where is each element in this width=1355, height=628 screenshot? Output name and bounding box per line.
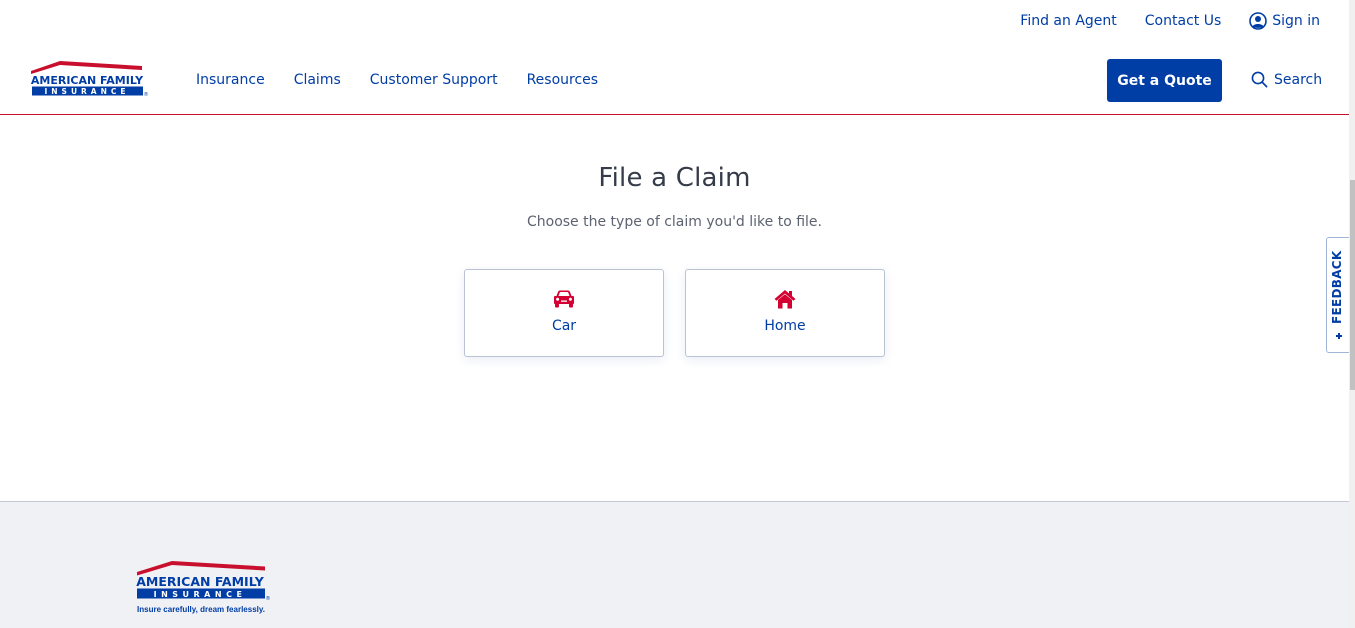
logo-line2: INSURANCE <box>44 87 129 96</box>
find-an-agent-link[interactable]: Find an Agent <box>1020 13 1116 29</box>
site-footer: AMERICAN FAMILY INSURANCE ® Insure caref… <box>0 501 1349 628</box>
footer-brand-logo[interactable]: AMERICAN FAMILY INSURANCE ® Insure caref… <box>136 560 272 618</box>
feedback-tab[interactable]: FEEDBACK <box>1326 237 1349 353</box>
brand-logo[interactable]: AMERICAN FAMILY INSURANCE ® <box>30 60 149 98</box>
claim-option-car-label: Car <box>551 318 577 334</box>
page-subtitle: Choose the type of claim you'd like to f… <box>526 214 822 230</box>
nav-insurance[interactable]: Insurance <box>196 72 265 88</box>
claim-option-home-label: Home <box>764 318 806 334</box>
feedback-icon <box>1336 333 1342 339</box>
search-label: Search <box>1274 71 1323 88</box>
search-button[interactable]: Search <box>1251 71 1322 88</box>
footer-logo-line2: INSURANCE <box>154 590 247 599</box>
get-a-quote-button[interactable]: Get a Quote <box>1107 59 1222 102</box>
main-nav: Insurance Claims Customer Support Resour… <box>196 72 598 88</box>
page: Find an Agent Contact Us Sign in AMERICA… <box>0 0 1349 628</box>
claim-option-home[interactable]: Home <box>685 269 885 357</box>
sign-in-link[interactable]: Sign in <box>1249 12 1320 30</box>
feedback-label: FEEDBACK <box>1330 250 1344 325</box>
utility-nav: Find an Agent Contact Us Sign in <box>1020 12 1320 30</box>
logo-registered: ® <box>144 91 149 98</box>
search-icon <box>1251 71 1268 88</box>
site-header: Find an Agent Contact Us Sign in AMERICA… <box>0 0 1349 115</box>
car-icon <box>554 290 574 308</box>
logo-line1: AMERICAN FAMILY <box>31 74 144 87</box>
page-title: File a Claim <box>598 163 751 193</box>
user-circle-icon <box>1249 12 1268 30</box>
footer-tagline: Insure carefully, dream fearlessly. <box>137 604 265 614</box>
footer-logo-registered: ® <box>266 595 271 602</box>
nav-resources[interactable]: Resources <box>527 72 599 88</box>
nav-customer-support[interactable]: Customer Support <box>370 72 498 88</box>
claim-option-car[interactable]: Car <box>464 269 664 357</box>
scrollbar-thumb[interactable] <box>1350 180 1355 390</box>
sign-in-label: Sign in <box>1272 13 1320 29</box>
nav-claims[interactable]: Claims <box>294 72 341 88</box>
home-icon <box>774 290 796 309</box>
vertical-scrollbar[interactable] <box>1349 0 1355 628</box>
footer-logo-line1: AMERICAN FAMILY <box>136 574 264 589</box>
footer-roof-logo-icon: AMERICAN FAMILY INSURANCE ® Insure caref… <box>136 561 271 614</box>
contact-us-link[interactable]: Contact Us <box>1145 13 1221 29</box>
roof-logo-icon: AMERICAN FAMILY INSURANCE ® <box>31 61 149 98</box>
